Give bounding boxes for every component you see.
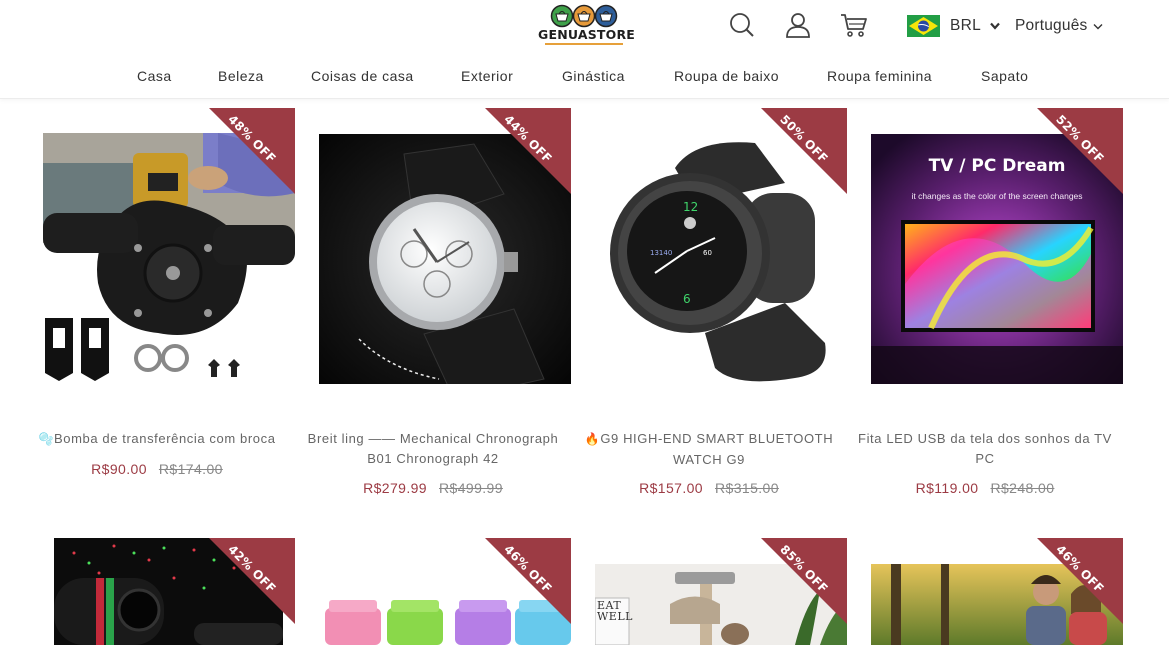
nav-item-roupa-de-baixo[interactable]: Roupa de baixo (674, 68, 779, 84)
svg-text:13140: 13140 (650, 249, 672, 257)
product-title[interactable]: 🔥G9 HIGH-END SMART BLUETOOTH WATCH G9 (571, 429, 847, 469)
currency-selector[interactable]: BRL (907, 15, 1000, 37)
product-title-text: Bomba de transferência com broca (54, 431, 276, 446)
product-image[interactable]: 46% OFF (295, 538, 571, 645)
sale-price: R$279.99 (363, 480, 427, 496)
language-label: Português (1015, 17, 1088, 34)
sale-price: R$157.00 (639, 480, 703, 496)
cart-icon (841, 14, 867, 37)
site-header: GENUASTORE BRL Português Casa Beleza Coi… (0, 0, 1169, 99)
product-image[interactable]: 48% OFF (19, 108, 295, 384)
product-image[interactable]: 42% OFF (19, 538, 295, 645)
product-title-text: Breit ling —— Mechanical Chronograph B01… (307, 431, 559, 466)
original-price: R$499.99 (439, 480, 503, 496)
search-button[interactable] (728, 11, 756, 39)
original-price: R$248.00 (990, 480, 1055, 496)
original-price: R$315.00 (715, 480, 779, 496)
product-title-emoji: 🔥 (584, 432, 601, 446)
tv-image-headline: TV / PC Dream (928, 156, 1066, 176)
product-image[interactable]: 46% OFF (847, 538, 1123, 645)
sale-price: R$119.00 (915, 480, 979, 496)
currency-label: BRL (950, 17, 982, 34)
product-title[interactable]: Breit ling —— Mechanical Chronograph B01… (295, 429, 571, 468)
logo-underline (545, 43, 623, 45)
original-price: R$174.00 (158, 461, 223, 477)
cart-button[interactable] (840, 11, 868, 39)
svg-text:6: 6 (683, 292, 691, 306)
cat-image-sign: EAT WELL (597, 599, 633, 623)
product-image[interactable]: 12 6 13140 60 50% OFF (571, 108, 847, 384)
nav-item-coisas-de-casa[interactable]: Coisas de casa (311, 68, 414, 84)
pump-photo (43, 133, 295, 384)
product-title-emoji: 🫧 (38, 432, 54, 446)
logo-baskets-icon (550, 4, 618, 28)
svg-text:60: 60 (703, 249, 712, 257)
nav-item-roupa-feminina[interactable]: Roupa feminina (827, 68, 932, 84)
nav-item-casa[interactable]: Casa (137, 68, 172, 84)
store-logo[interactable]: GENUASTORE (538, 4, 636, 46)
product-title-text: Fita LED USB da tela dos sonhos da TV PC (858, 431, 1112, 466)
brazil-flag-icon (907, 15, 940, 37)
product-prices: R$157.00 R$315.00 (571, 480, 847, 496)
language-selector[interactable]: Português (1015, 15, 1103, 37)
nav-item-ginastica[interactable]: Ginástica (562, 68, 625, 84)
product-title[interactable]: 🫧Bomba de transferência com broca (19, 429, 295, 450)
chronograph-photo (319, 134, 571, 384)
nav-item-sapato[interactable]: Sapato (981, 68, 1028, 84)
smartwatch-photo: 12 6 13140 60 (595, 133, 847, 384)
sale-price: R$90.00 (91, 461, 147, 477)
search-icon (730, 13, 754, 37)
product-image[interactable]: 44% OFF (295, 108, 571, 384)
product-title-text: G9 HIGH-END SMART BLUETOOTH WATCH G9 (600, 431, 834, 467)
user-icon (786, 13, 810, 38)
nav-item-beleza[interactable]: Beleza (218, 68, 264, 84)
chevron-down-icon (990, 22, 1000, 30)
nav-item-exterior[interactable]: Exterior (461, 68, 513, 84)
account-button[interactable] (784, 11, 812, 39)
product-image[interactable]: TV / PC Dream it changes as the color of… (847, 108, 1123, 384)
product-prices: R$119.00 R$248.00 (847, 480, 1123, 496)
led-tv-photo: TV / PC Dream it changes as the color of… (871, 134, 1123, 384)
svg-text:12: 12 (683, 200, 698, 214)
chevron-down-icon (1093, 23, 1103, 29)
product-title[interactable]: Fita LED USB da tela dos sonhos da TV PC (847, 429, 1123, 468)
tv-image-caption: it changes as the color of the screen ch… (911, 191, 1083, 201)
logo-text: GENUASTORE (538, 27, 636, 42)
product-prices: R$279.99 R$499.99 (295, 480, 571, 496)
main-navigation: Casa Beleza Coisas de casa Exterior Giná… (0, 68, 1169, 88)
product-image[interactable]: EAT WELL 85% OFF (571, 538, 847, 645)
product-prices: R$90.00 R$174.00 (19, 461, 295, 477)
